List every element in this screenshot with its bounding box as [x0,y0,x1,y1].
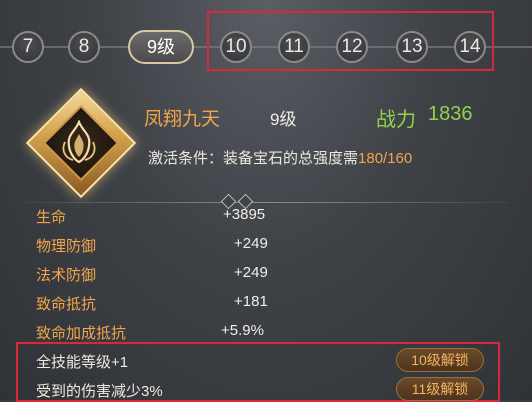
section-divider [20,202,510,203]
condition-text: 激活条件：装备宝石的总强度需 [148,150,359,167]
power-value: 1836 [428,103,473,125]
unlock-badge-11: 11级解锁 [396,377,484,401]
flame-emblem-icon [25,87,137,199]
stat-value-crit-dmg-resist: +5.9% [221,322,264,339]
stat-value-magic-def: +249 [234,264,268,281]
activation-condition: 激活条件：装备宝石的总强度需180/160 [148,147,412,168]
condition-progress: 180/160 [358,150,413,167]
stat-label-crit-resist: 致命抵抗 [36,296,97,313]
skill-level: 9级 [270,110,297,129]
skill-name: 凤翔九天 [144,109,221,130]
level-7-button[interactable]: 7 [12,31,44,63]
level-9-button-selected[interactable]: 9级 [128,30,194,64]
level-selector: 7 8 9级 10 11 12 13 14 [0,0,532,94]
bonus-all-skills: 全技能等级+1 [36,354,129,371]
level-8-button[interactable]: 8 [68,31,100,63]
stat-value-crit-resist: +181 [234,293,268,310]
stat-label-magic-def: 法术防御 [36,267,97,284]
highlight-box-levels [207,11,494,71]
stat-label-crit-dmg-resist: 致命加成抵抗 [36,325,127,342]
stat-label-hp: 生命 [36,209,67,226]
bonus-damage-reduction: 受到的伤害减少3% [36,383,163,400]
stat-value-hp: +3895 [223,206,266,223]
stat-label-phys-def: 物理防御 [36,238,97,255]
power-label: 战力 [376,109,416,131]
unlock-badge-10: 10级解锁 [396,348,484,372]
stat-value-phys-def: +249 [234,235,268,252]
